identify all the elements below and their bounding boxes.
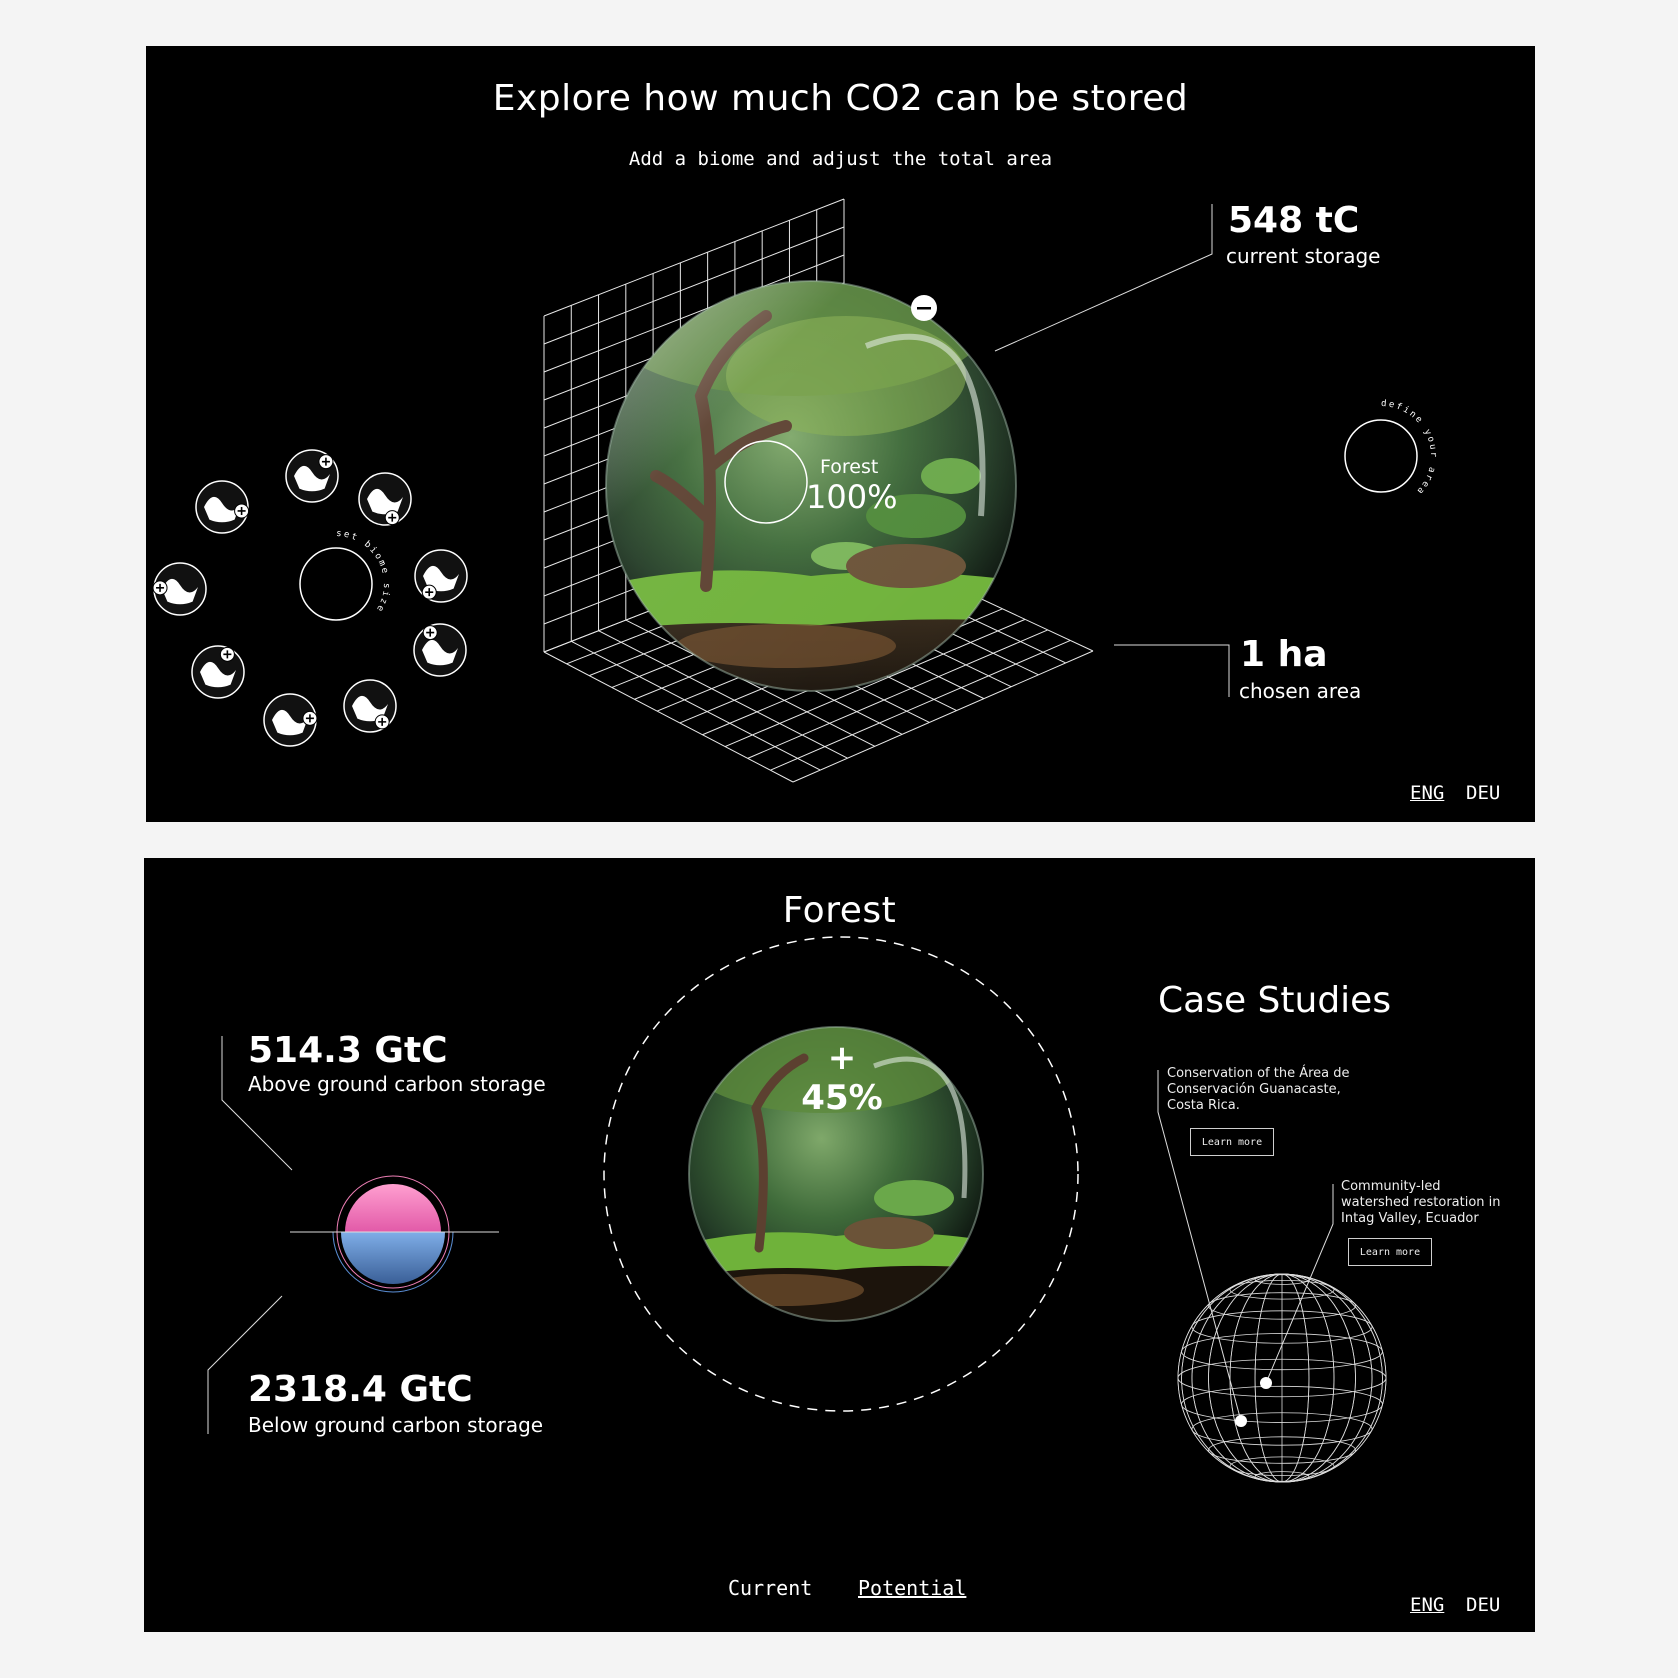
- above-ground-label: Above ground carbon storage: [248, 1072, 546, 1096]
- tab-current[interactable]: Current: [728, 1576, 812, 1600]
- desert-icon[interactable]: [414, 549, 468, 603]
- lang-deu-link[interactable]: DEU: [1466, 1594, 1500, 1616]
- case-study-globe: [1177, 1273, 1387, 1483]
- define-area-circle[interactable]: [1344, 419, 1418, 493]
- lang-deu-link[interactable]: DEU: [1466, 782, 1500, 804]
- peatland-icon[interactable]: [358, 472, 412, 526]
- current-storage-label: current storage: [1226, 244, 1381, 268]
- case2-learn-more-button[interactable]: Learn more: [1348, 1238, 1432, 1266]
- mangrove-icon[interactable]: [195, 480, 250, 534]
- forest-icon[interactable]: [343, 679, 397, 733]
- case1-learn-more-button[interactable]: Learn more: [1190, 1128, 1274, 1156]
- biome-share-value: 100%: [806, 478, 898, 516]
- tab-potential[interactable]: Potential: [858, 1576, 966, 1600]
- below-ground-label: Below ground carbon storage: [248, 1413, 544, 1437]
- tundra-icon[interactable]: [152, 562, 207, 616]
- biome-name-label: Forest: [820, 456, 879, 478]
- chosen-area-label: chosen area: [1239, 679, 1362, 703]
- grassland-icon[interactable]: [285, 449, 339, 503]
- case-studies-title: Case Studies: [1158, 980, 1392, 1021]
- lang-eng-link[interactable]: ENG: [1410, 782, 1444, 804]
- define-area-text: define your area: [1381, 399, 1436, 497]
- case-marker-costa-rica[interactable]: [1235, 1415, 1247, 1427]
- savanna-icon[interactable]: [191, 645, 245, 699]
- svg-text:set biome size: set biome size: [336, 529, 391, 615]
- forest-detail-graphics: [207, 936, 1387, 1483]
- wireframe-grid: define your area set biome size: [152, 198, 1438, 783]
- kelp-icon[interactable]: [263, 693, 318, 747]
- below-ground-value: 2318.4 GtC: [248, 1369, 473, 1410]
- lang-eng-link[interactable]: ENG: [1410, 1594, 1444, 1616]
- case2-text: Community-led watershed restoration in I…: [1341, 1179, 1501, 1226]
- svg-text:define your area: define your area: [1381, 399, 1438, 497]
- above-ground-value: 514.3 GtC: [248, 1030, 448, 1071]
- current-storage-value: 548 tC: [1228, 200, 1360, 241]
- biome-size-circle[interactable]: [299, 547, 373, 621]
- case1-text: Conservation of the Área de Conservación…: [1167, 1066, 1350, 1113]
- remove-biome-button[interactable]: [911, 295, 937, 321]
- biome-explorer-panel: Explore how much CO2 can be stored Add a…: [146, 46, 1535, 822]
- chosen-area-value: 1 ha: [1240, 634, 1328, 675]
- growth-percent: + 45%: [801, 1038, 883, 1118]
- case-marker-ecuador[interactable]: [1260, 1377, 1272, 1389]
- biome-size-text: set biome size: [336, 529, 389, 615]
- wetland-icon[interactable]: [413, 623, 467, 677]
- forest-detail-panel: Forest + 45% 514.3 GtC Above ground carb…: [144, 858, 1535, 1632]
- carbon-split-sphere: [290, 1175, 499, 1293]
